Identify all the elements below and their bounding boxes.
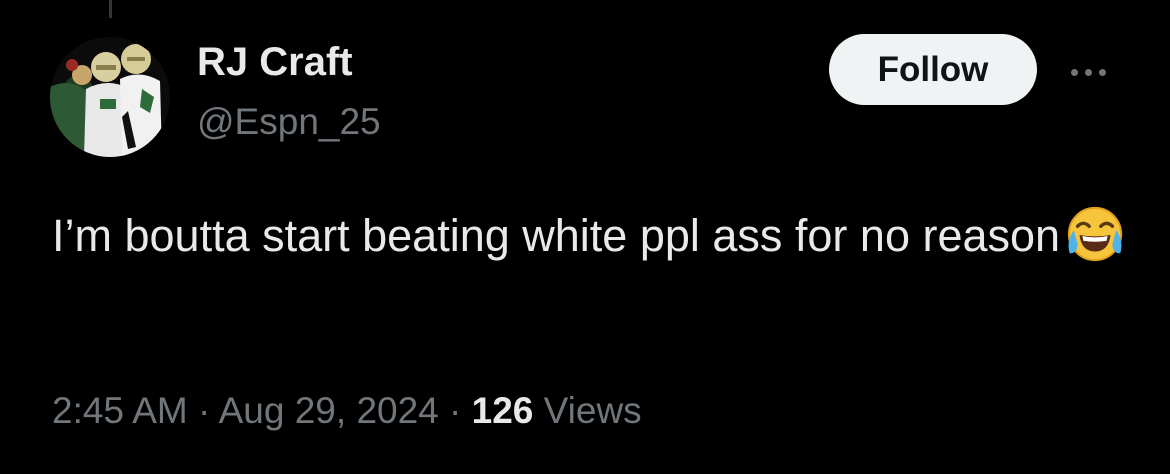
meta-separator: ·	[438, 390, 472, 431]
more-dot	[1098, 68, 1106, 76]
tweet-date[interactable]: Aug 29, 2024	[219, 390, 439, 431]
more-dot	[1070, 68, 1078, 76]
views-label: Views	[543, 390, 642, 431]
views-count: 126	[471, 390, 534, 431]
tweet-time[interactable]: 2:45 AM	[52, 390, 188, 431]
avatar-photo	[50, 37, 170, 157]
meta-separator: ·	[187, 390, 219, 431]
avatar[interactable]	[50, 37, 170, 157]
more-dot	[1084, 68, 1092, 76]
more-options-icon[interactable]	[1058, 54, 1118, 90]
tweet-text: I’m boutta start beating white ppl ass f…	[52, 210, 1061, 261]
author-display-name[interactable]: RJ Craft	[197, 40, 353, 85]
face-with-tears-of-joy-icon	[1067, 206, 1123, 262]
thread-connector-line	[109, 0, 112, 18]
tweet-meta: 2:45 AM · Aug 29, 2024 · 126 Views	[52, 390, 642, 432]
author-handle[interactable]: @Espn_25	[197, 101, 381, 143]
tweet-body: I’m boutta start beating white ppl ass f…	[52, 203, 1132, 269]
follow-button[interactable]: Follow	[829, 34, 1037, 105]
